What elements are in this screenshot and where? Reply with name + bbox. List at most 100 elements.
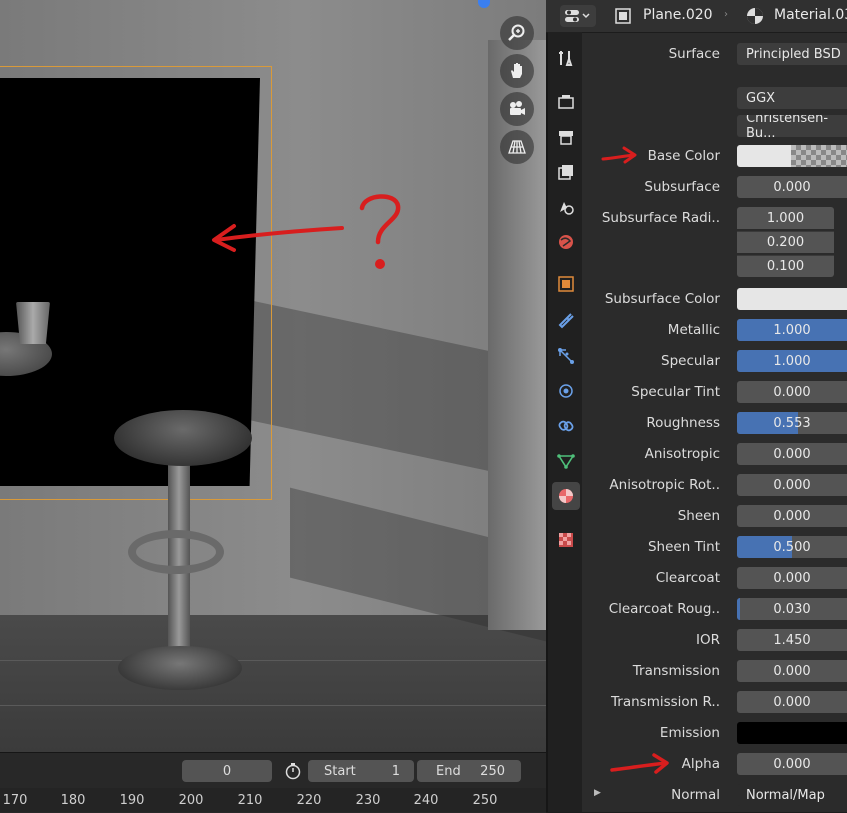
transmission-slider[interactable]: 0.000	[737, 660, 847, 682]
distribution-dropdown[interactable]: GGX	[737, 87, 847, 109]
sheen-tint-label: Sheen Tint	[647, 539, 720, 555]
end-label: End	[436, 763, 461, 779]
subsurface-radius-x[interactable]: 1.000	[737, 207, 834, 229]
specular-tint-label: Specular Tint	[631, 384, 720, 400]
hand-pan-icon[interactable]	[500, 54, 534, 88]
emission-label: Emission	[659, 725, 720, 741]
breadcrumb-chevron-icon: ›	[724, 9, 728, 20]
stopwatch-icon[interactable]	[281, 760, 305, 782]
clearcoat-roughness-slider[interactable]: 0.030	[737, 598, 847, 620]
sheen-label: Sheen	[677, 508, 720, 524]
ruler-tick: 190	[119, 793, 145, 808]
surface-shader-dropdown[interactable]: Principled BSD	[737, 43, 847, 65]
ruler-tick: 210	[237, 793, 263, 808]
ruler-tick: 180	[60, 793, 86, 808]
sheen-slider[interactable]: 0.000	[737, 505, 847, 527]
subsurface-color-label: Subsurface Color	[604, 291, 720, 307]
transmission-roughness-slider[interactable]: 0.000	[737, 691, 847, 713]
specular-value: 1.000	[773, 353, 811, 369]
clearcoat-label: Clearcoat	[655, 570, 720, 586]
ruler-tick: 170	[2, 793, 28, 808]
metallic-value: 1.000	[773, 322, 811, 338]
material-icon	[745, 6, 765, 26]
subsurface-radius-y[interactable]: 0.200	[737, 231, 834, 253]
cup	[16, 302, 50, 344]
transmission-label: Transmission	[632, 663, 720, 679]
ruler-tick: 220	[296, 793, 322, 808]
subsurface-value: 0.000	[773, 179, 811, 195]
end-value: 250	[480, 763, 505, 779]
ior-label: IOR	[696, 632, 720, 648]
specular-label: Specular	[661, 353, 720, 369]
subsurface-color-swatch[interactable]	[737, 288, 847, 310]
ior-field[interactable]: 1.450	[737, 629, 847, 651]
anisotropic-value: 0.000	[773, 446, 811, 462]
base-color-label: Base Color	[647, 148, 720, 164]
distribution-value: GGX	[746, 90, 776, 106]
metallic-slider[interactable]: 1.000	[737, 319, 847, 341]
world-icon[interactable]	[552, 228, 580, 256]
subsurface-radius-z[interactable]: 0.100	[737, 255, 834, 277]
ior-value: 1.450	[773, 632, 811, 648]
emission-color-swatch[interactable]	[737, 722, 847, 744]
floor-line	[0, 705, 546, 706]
normal-value: Normal/Map	[746, 787, 825, 803]
current-frame-value: 0	[222, 763, 232, 779]
material-name[interactable]: Material.032	[774, 7, 847, 23]
subsurface-slider[interactable]: 0.000	[737, 176, 847, 198]
sheen-tint-slider[interactable]: 0.500	[737, 536, 847, 558]
editor-type-dropdown[interactable]	[560, 5, 596, 27]
transmission-roughness-label: Transmission R..	[611, 694, 720, 710]
subsurface-radius-z-value: 0.100	[766, 259, 805, 274]
roughness-label: Roughness	[646, 415, 720, 431]
ruler-tick: 250	[472, 793, 498, 808]
sheen-tint-value: 0.500	[773, 539, 811, 555]
subsurface-method-value: Christensen-Bu...	[746, 115, 829, 137]
stool-footrest	[128, 530, 224, 574]
alpha-slider[interactable]: 0.000	[737, 753, 847, 775]
object-icon	[614, 7, 632, 25]
end-frame-field[interactable]: End 250	[417, 760, 521, 782]
roughness-slider[interactable]: 0.553	[737, 412, 847, 434]
start-frame-field[interactable]: Start 1	[308, 760, 414, 782]
surface-label: Surface	[668, 46, 720, 62]
subsurface-radius-label: Subsurface Radi..	[601, 210, 720, 226]
anisotropic-label: Anisotropic	[644, 446, 720, 462]
clearcoat-value: 0.000	[773, 570, 811, 586]
normal-label: Normal	[671, 787, 720, 803]
clearcoat-roughness-label: Clearcoat Roug..	[608, 601, 720, 617]
subsurface-label: Subsurface	[644, 179, 720, 195]
object-name[interactable]: Plane.020	[643, 7, 713, 23]
clearcoat-slider[interactable]: 0.000	[737, 567, 847, 589]
alpha-label: Alpha	[681, 756, 720, 772]
specular-slider[interactable]: 1.000	[737, 350, 847, 372]
anisotropic-rotation-slider[interactable]: 0.000	[737, 474, 847, 496]
subsurface-method-dropdown[interactable]: Christensen-Bu...	[737, 115, 847, 137]
camera-icon[interactable]	[500, 92, 534, 126]
transmission-roughness-value: 0.000	[773, 694, 811, 710]
3d-viewport[interactable]	[0, 0, 546, 752]
output-icon[interactable]	[552, 123, 580, 151]
ruler-tick: 200	[178, 793, 204, 808]
current-frame-field[interactable]: 0	[182, 760, 272, 782]
base-color-swatch[interactable]	[737, 145, 847, 167]
anisotropic-rotation-value: 0.000	[773, 477, 811, 493]
editor-type-icon	[565, 10, 590, 22]
roughness-value: 0.553	[773, 415, 811, 431]
normal-input-link[interactable]: Normal/Map	[737, 784, 847, 806]
floor	[0, 615, 546, 752]
specular-tint-slider[interactable]: 0.000	[737, 381, 847, 403]
alpha-checker	[791, 145, 847, 167]
start-label: Start	[324, 763, 356, 779]
transmission-value: 0.000	[773, 663, 811, 679]
subsurface-radius-x-value: 1.000	[766, 210, 805, 226]
grid-perspective-icon[interactable]	[500, 130, 534, 164]
zoom-icon[interactable]	[500, 16, 534, 50]
start-value: 1	[391, 763, 400, 779]
metallic-label: Metallic	[667, 322, 720, 338]
render-icon[interactable]	[552, 88, 580, 116]
floor-line	[0, 660, 546, 661]
anisotropic-slider[interactable]: 0.000	[737, 443, 847, 465]
specular-tint-value: 0.000	[773, 384, 811, 400]
alpha-value: 0.000	[773, 756, 811, 772]
